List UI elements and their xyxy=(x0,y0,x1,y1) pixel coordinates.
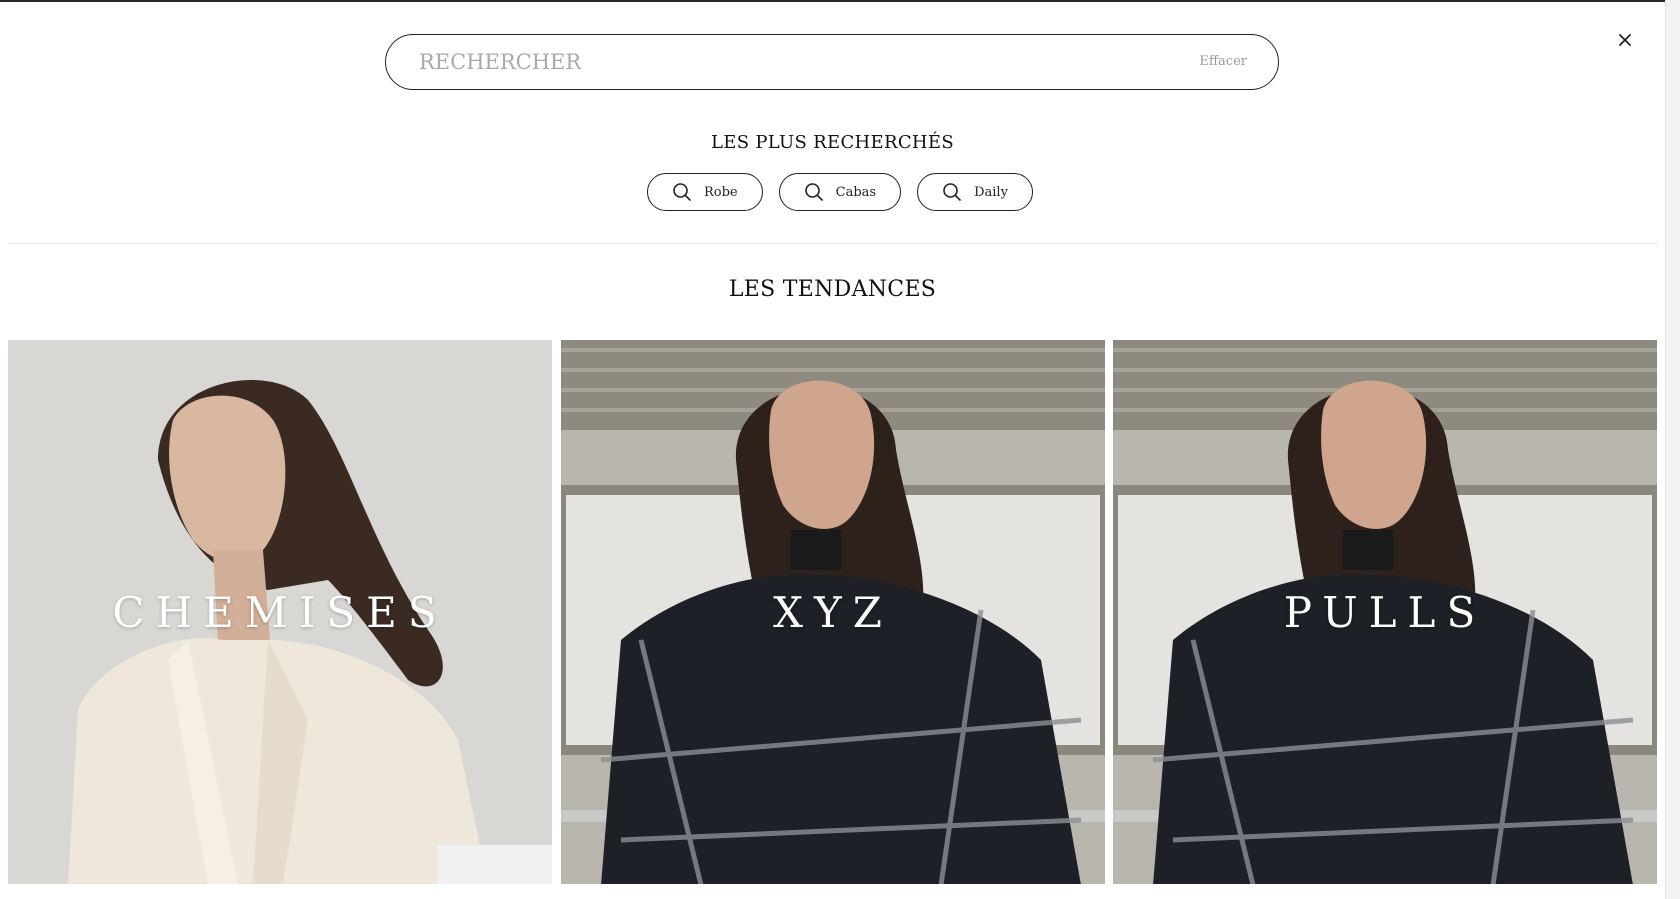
search-bar[interactable]: Effacer xyxy=(385,34,1279,90)
tile-label: CHEMISES xyxy=(112,588,448,637)
trends-title: LES TENDANCES xyxy=(728,277,937,302)
close-button[interactable] xyxy=(1614,30,1636,52)
trends-grid: CHEMISES XYZ PULLS xyxy=(8,340,1658,885)
chip-label: Robe xyxy=(704,184,738,200)
popular-searches-list: Robe Cabas Daily xyxy=(647,173,1033,211)
tile-label: PULLS xyxy=(1283,588,1487,637)
page-bottom xyxy=(0,884,1665,899)
trend-tile-xyz[interactable]: XYZ xyxy=(561,340,1105,885)
chip-label: Daily xyxy=(974,184,1008,200)
search-input[interactable] xyxy=(417,41,1161,83)
popular-search-chip-cabas[interactable]: Cabas xyxy=(778,173,902,211)
tile-label: XYZ xyxy=(773,588,893,637)
close-icon xyxy=(1618,32,1632,51)
chip-label: Cabas xyxy=(835,184,877,200)
search-icon xyxy=(942,182,962,202)
scrollbar[interactable] xyxy=(1665,0,1680,899)
clear-button[interactable]: Effacer xyxy=(1199,54,1247,69)
top-border xyxy=(0,0,1680,2)
popular-searches-title: LES PLUS RECHERCHÉS xyxy=(711,132,954,153)
popular-search-chip-daily[interactable]: Daily xyxy=(917,173,1033,211)
section-divider xyxy=(8,243,1658,244)
trend-tile-pulls[interactable]: PULLS xyxy=(1113,340,1657,885)
trend-tile-chemises[interactable]: CHEMISES xyxy=(8,340,552,885)
popular-search-chip-robe[interactable]: Robe xyxy=(647,173,763,211)
search-icon xyxy=(672,182,692,202)
search-icon xyxy=(804,182,824,202)
